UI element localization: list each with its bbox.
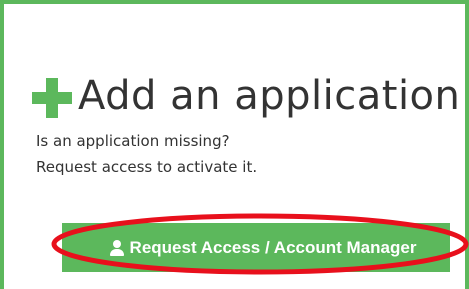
description-line-1: Is an application missing?	[36, 132, 230, 150]
add-application-card: Add an application Is an application mis…	[0, 0, 469, 289]
card-description: Is an application missing? Request acces…	[36, 128, 257, 180]
description-line-2: Request access to activate it.	[36, 158, 258, 176]
request-access-button-label: Request Access / Account Manager	[129, 237, 417, 257]
user-icon	[109, 239, 124, 256]
plus-icon	[32, 78, 72, 118]
card-header: Add an application	[32, 66, 460, 126]
card-title: Add an application	[78, 73, 461, 119]
request-access-button[interactable]: Request Access / Account Manager	[62, 223, 450, 272]
